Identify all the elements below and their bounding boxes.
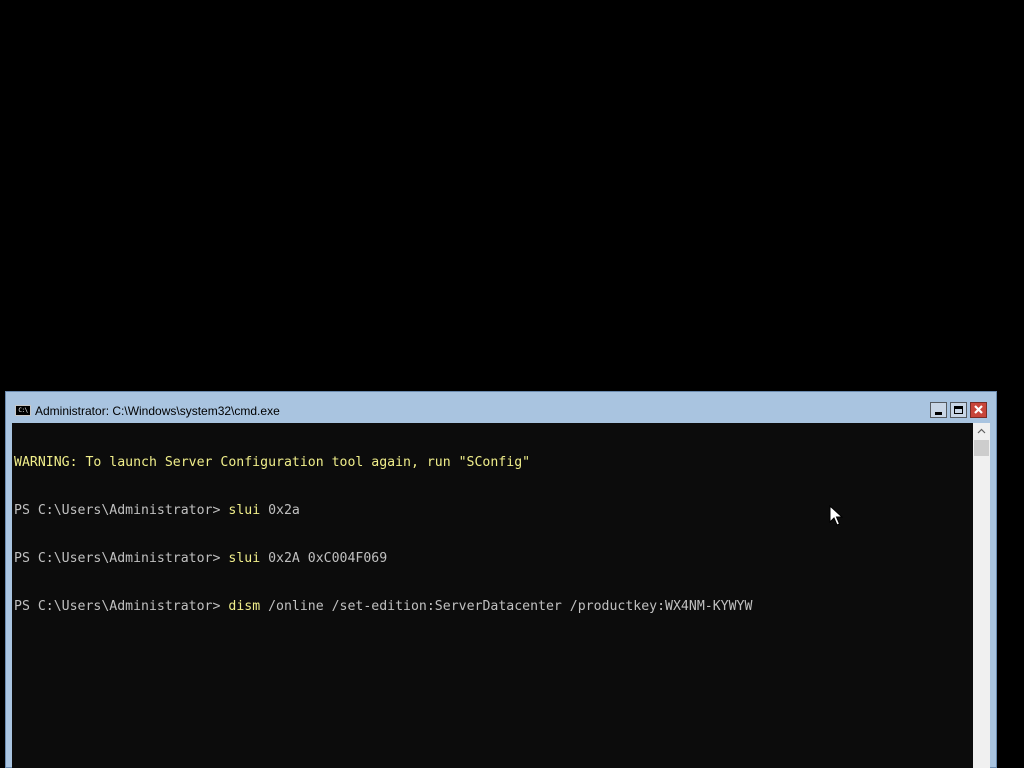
cmd-window[interactable]: C:\ Administrator: C:\Windows\system32\c…	[5, 391, 997, 768]
maximize-icon	[954, 406, 963, 414]
close-icon	[974, 405, 983, 414]
command-name: dism	[228, 599, 261, 614]
command-args: /online /set-edition:ServerDatacenter /p…	[260, 599, 753, 614]
window-title: Administrator: C:\Windows\system32\cmd.e…	[35, 404, 280, 418]
title-bar[interactable]: C:\ Administrator: C:\Windows\system32\c…	[6, 392, 996, 423]
minimize-icon	[935, 412, 942, 415]
prompt-text: PS C:\Users\Administrator>	[14, 599, 229, 614]
scroll-up-button[interactable]	[973, 423, 990, 440]
command-name: slui	[228, 551, 261, 566]
desktop-background: C:\ Administrator: C:\Windows\system32\c…	[0, 0, 1024, 768]
chevron-up-icon	[977, 428, 986, 434]
console-app-icon[interactable]: C:\	[15, 405, 31, 416]
maximize-button[interactable]	[950, 402, 967, 418]
command-args: 0x2a	[260, 503, 300, 518]
console-output[interactable]: WARNING: To launch Server Configuration …	[12, 423, 973, 768]
command-name: slui	[228, 503, 261, 518]
prompt-text: PS C:\Users\Administrator>	[14, 503, 229, 518]
minimize-button[interactable]	[930, 402, 947, 418]
console-line-warning: WARNING: To launch Server Configuration …	[14, 455, 752, 471]
prompt-text: PS C:\Users\Administrator>	[14, 551, 229, 566]
console-text: WARNING: To launch Server Configuration …	[14, 423, 752, 647]
vertical-scrollbar[interactable]	[973, 423, 990, 768]
console-line-command: PS C:\Users\Administrator> slui 0x2a	[14, 503, 752, 519]
mouse-pointer-icon	[829, 505, 843, 526]
command-args: 0x2A 0xC004F069	[260, 551, 388, 566]
scroll-thumb[interactable]	[974, 440, 989, 456]
close-button[interactable]	[970, 402, 987, 418]
console-line-command: PS C:\Users\Administrator> dism /online …	[14, 599, 752, 615]
warning-text: WARNING: To launch Server Configuration …	[14, 455, 531, 470]
console-line-command: PS C:\Users\Administrator> slui 0x2A 0xC…	[14, 551, 752, 567]
